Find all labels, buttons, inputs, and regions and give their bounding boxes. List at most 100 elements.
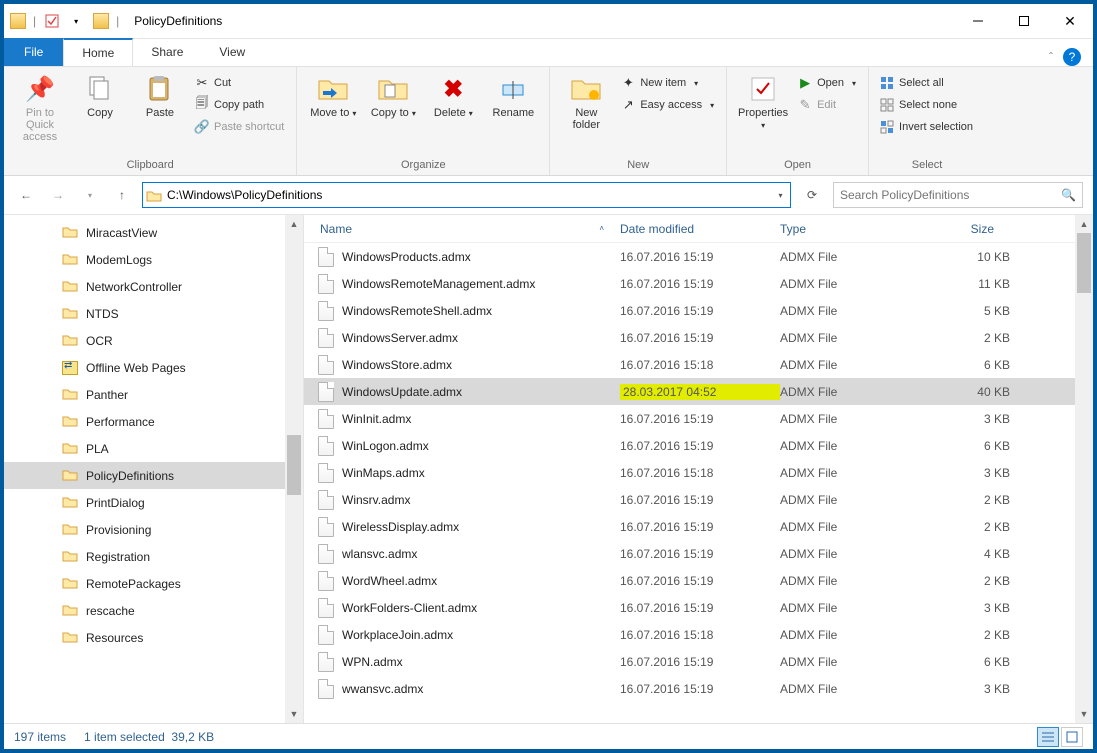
paste-button[interactable]: Paste (132, 71, 188, 121)
file-row[interactable]: wwansvc.admx16.07.2016 15:19ADMX File3 K… (304, 675, 1093, 702)
forward-button[interactable]: → (46, 183, 70, 207)
tree-item[interactable]: RemotePackages (4, 570, 303, 597)
up-button[interactable]: ↑ (110, 183, 134, 207)
tree-item[interactable]: Performance (4, 408, 303, 435)
collapse-ribbon-button[interactable]: ˆ (1049, 50, 1053, 64)
address-input[interactable] (165, 188, 770, 202)
new-folder-button[interactable]: New folder (558, 71, 614, 133)
file-row[interactable]: WorkFolders-Client.admx16.07.2016 15:19A… (304, 594, 1093, 621)
app-folder-icon (93, 13, 109, 29)
large-icons-view-button[interactable] (1061, 727, 1083, 747)
file-date: 28.03.2017 04:52 (620, 384, 780, 400)
file-row[interactable]: WindowsRemoteManagement.admx16.07.2016 1… (304, 270, 1093, 297)
file-name: WinMaps.admx (342, 466, 425, 480)
scroll-down-icon[interactable]: ▼ (1075, 705, 1093, 723)
tree-item[interactable]: PolicyDefinitions (4, 462, 303, 489)
search-input[interactable] (840, 188, 1061, 202)
file-row[interactable]: WindowsUpdate.admx28.03.2017 04:52ADMX F… (304, 378, 1093, 405)
address-dropdown-button[interactable]: ▾ (770, 191, 790, 200)
refresh-button[interactable]: ⟳ (799, 182, 825, 208)
folder-icon (62, 602, 78, 619)
file-row[interactable]: WinLogon.admx16.07.2016 15:19ADMX File6 … (304, 432, 1093, 459)
recent-locations-button[interactable]: ▾ (78, 183, 102, 207)
file-row[interactable]: WinInit.admx16.07.2016 15:19ADMX File3 K… (304, 405, 1093, 432)
paste-shortcut-button[interactable]: 🔗Paste shortcut (192, 117, 288, 137)
close-button[interactable]: ✕ (1047, 6, 1093, 36)
file-row[interactable]: WindowsRemoteShell.admx16.07.2016 15:19A… (304, 297, 1093, 324)
tree-item-label: MiracastView (86, 226, 157, 240)
file-row[interactable]: WindowsStore.admx16.07.2016 15:18ADMX Fi… (304, 351, 1093, 378)
copy-path-button[interactable]: 🗐Copy path (192, 95, 288, 115)
navrow: ← → ▾ ↑ ▾ ⟳ 🔍 (4, 176, 1093, 214)
file-row[interactable]: WirelessDisplay.admx16.07.2016 15:19ADMX… (304, 513, 1093, 540)
file-tab[interactable]: File (4, 38, 63, 66)
invert-selection-button[interactable]: Invert selection (877, 117, 977, 137)
file-row[interactable]: WPN.admx16.07.2016 15:19ADMX File6 KB (304, 648, 1093, 675)
col-date[interactable]: Date modified (612, 222, 772, 236)
tree-item[interactable]: Provisioning (4, 516, 303, 543)
file-row[interactable]: WorkplaceJoin.admx16.07.2016 15:18ADMX F… (304, 621, 1093, 648)
move-to-button[interactable]: Move to ▾ (305, 71, 361, 121)
list-scrollbar[interactable]: ▲ ▼ (1075, 215, 1093, 723)
invert-icon (879, 119, 895, 135)
tree-item[interactable]: MiracastView (4, 219, 303, 246)
select-all-button[interactable]: Select all (877, 73, 977, 93)
tree-item[interactable]: Resources (4, 624, 303, 651)
cut-button[interactable]: ✂Cut (192, 73, 288, 93)
tree-item[interactable]: rescache (4, 597, 303, 624)
new-item-button[interactable]: ✦New item▾ (618, 73, 718, 93)
delete-button[interactable]: ✖ Delete ▾ (425, 71, 481, 121)
properties-button[interactable]: Properties ▾ (735, 71, 791, 133)
file-type: ADMX File (780, 331, 920, 345)
file-row[interactable]: wlansvc.admx16.07.2016 15:19ADMX File4 K… (304, 540, 1093, 567)
file-row[interactable]: WindowsServer.admx16.07.2016 15:19ADMX F… (304, 324, 1093, 351)
qat-properties-button[interactable] (43, 12, 61, 30)
tree-item[interactable]: PrintDialog (4, 489, 303, 516)
file-row[interactable]: Winsrv.admx16.07.2016 15:19ADMX File2 KB (304, 486, 1093, 513)
home-tab[interactable]: Home (63, 38, 133, 66)
select-none-button[interactable]: Select none (877, 95, 977, 115)
details-view-button[interactable] (1037, 727, 1059, 747)
rename-icon (497, 73, 529, 105)
rename-button[interactable]: Rename (485, 71, 541, 121)
tree-item[interactable]: NTDS (4, 300, 303, 327)
tree-scrollbar[interactable]: ▲ ▼ (285, 215, 303, 723)
scroll-down-icon[interactable]: ▼ (285, 705, 303, 723)
col-name[interactable]: Name˄ (312, 222, 612, 236)
open-button[interactable]: ▶Open▾ (795, 73, 860, 93)
file-row[interactable]: WindowsProducts.admx16.07.2016 15:19ADMX… (304, 243, 1093, 270)
address-bar[interactable]: ▾ (142, 182, 791, 208)
tree-item[interactable]: OCR (4, 327, 303, 354)
folder-icon (62, 494, 78, 511)
back-button[interactable]: ← (14, 183, 38, 207)
edit-button[interactable]: ✎Edit (795, 95, 860, 115)
file-row[interactable]: WinMaps.admx16.07.2016 15:18ADMX File3 K… (304, 459, 1093, 486)
list-scroll-thumb[interactable] (1077, 233, 1091, 293)
pin-to-quick-access-button[interactable]: 📌 Pin to Quick access (12, 71, 68, 145)
tree-item[interactable]: PLA (4, 435, 303, 462)
folder-icon (10, 13, 26, 29)
view-tab[interactable]: View (201, 38, 263, 66)
tree-scroll-thumb[interactable] (287, 435, 301, 495)
file-row[interactable]: WordWheel.admx16.07.2016 15:19ADMX File2… (304, 567, 1093, 594)
tree-item[interactable]: Panther (4, 381, 303, 408)
scroll-up-icon[interactable]: ▲ (285, 215, 303, 233)
folder-icon (62, 305, 78, 322)
maximize-button[interactable] (1001, 6, 1047, 36)
col-type[interactable]: Type (772, 222, 912, 236)
minimize-button[interactable] (955, 6, 1001, 36)
copy-button[interactable]: Copy (72, 71, 128, 121)
qat-dropdown-button[interactable]: ▾ (67, 12, 85, 30)
copy-to-button[interactable]: Copy to ▾ (365, 71, 421, 121)
col-size[interactable]: Size (912, 222, 1002, 236)
help-button[interactable]: ? (1063, 48, 1081, 66)
tree-item[interactable]: Registration (4, 543, 303, 570)
tree-item[interactable]: ModemLogs (4, 246, 303, 273)
search-box[interactable]: 🔍 (833, 182, 1083, 208)
easy-access-button[interactable]: ↗Easy access▾ (618, 95, 718, 115)
tree-item[interactable]: NetworkController (4, 273, 303, 300)
tree-item[interactable]: Offline Web Pages (4, 354, 303, 381)
share-tab[interactable]: Share (133, 38, 201, 66)
folder-icon (62, 575, 78, 592)
scroll-up-icon[interactable]: ▲ (1075, 215, 1093, 233)
